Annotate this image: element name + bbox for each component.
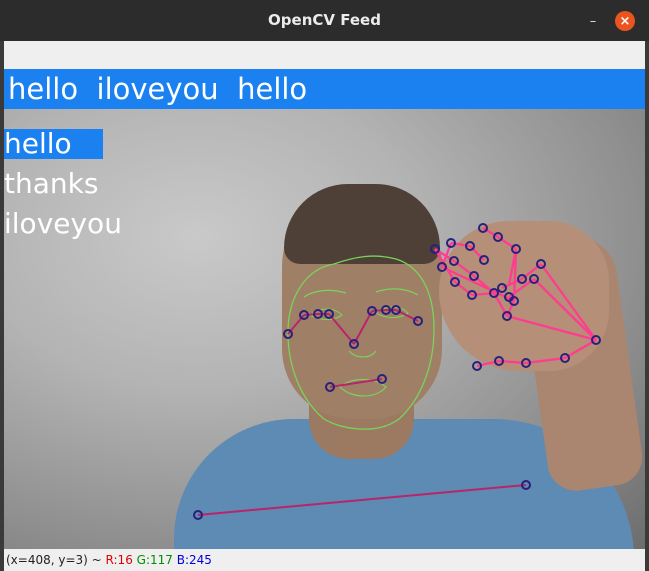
action-label-iloveyou: iloveyou	[4, 207, 122, 240]
eyebrow-right	[375, 288, 419, 296]
window-title: OpenCV Feed	[268, 11, 381, 29]
opencv-window: OpenCV Feed – × hello iloveyou hello hel…	[0, 0, 649, 571]
sentence-banner: hello iloveyou hello	[4, 69, 645, 109]
title-bar[interactable]: OpenCV Feed – ×	[0, 0, 649, 41]
nose	[348, 350, 377, 358]
minimize-button[interactable]: –	[583, 11, 603, 31]
status-readout: (x=408, y=3) ~ R:16 G:117 B:245	[6, 553, 212, 567]
toolbar	[4, 41, 645, 69]
red-value: R:16	[105, 553, 133, 567]
eyebrow-left	[303, 289, 347, 298]
face-contour	[287, 255, 435, 430]
hand-landmarks	[430, 223, 601, 371]
sentence-text: hello iloveyou hello	[8, 72, 308, 106]
cursor-position: (x=408, y=3) ~	[6, 553, 102, 567]
pose-landmarks	[193, 305, 531, 520]
status-bar: (x=408, y=3) ~ R:16 G:117 B:245	[4, 549, 645, 571]
pose-skeleton	[197, 309, 527, 516]
action-label-thanks: thanks	[4, 167, 99, 200]
green-value: G:117	[136, 553, 173, 567]
camera-feed[interactable]: hello iloveyou hello hello thanks ilovey…	[4, 69, 645, 549]
blue-value: B:245	[176, 553, 212, 567]
action-label-hello: hello	[4, 127, 72, 160]
close-button[interactable]: ×	[615, 11, 635, 31]
